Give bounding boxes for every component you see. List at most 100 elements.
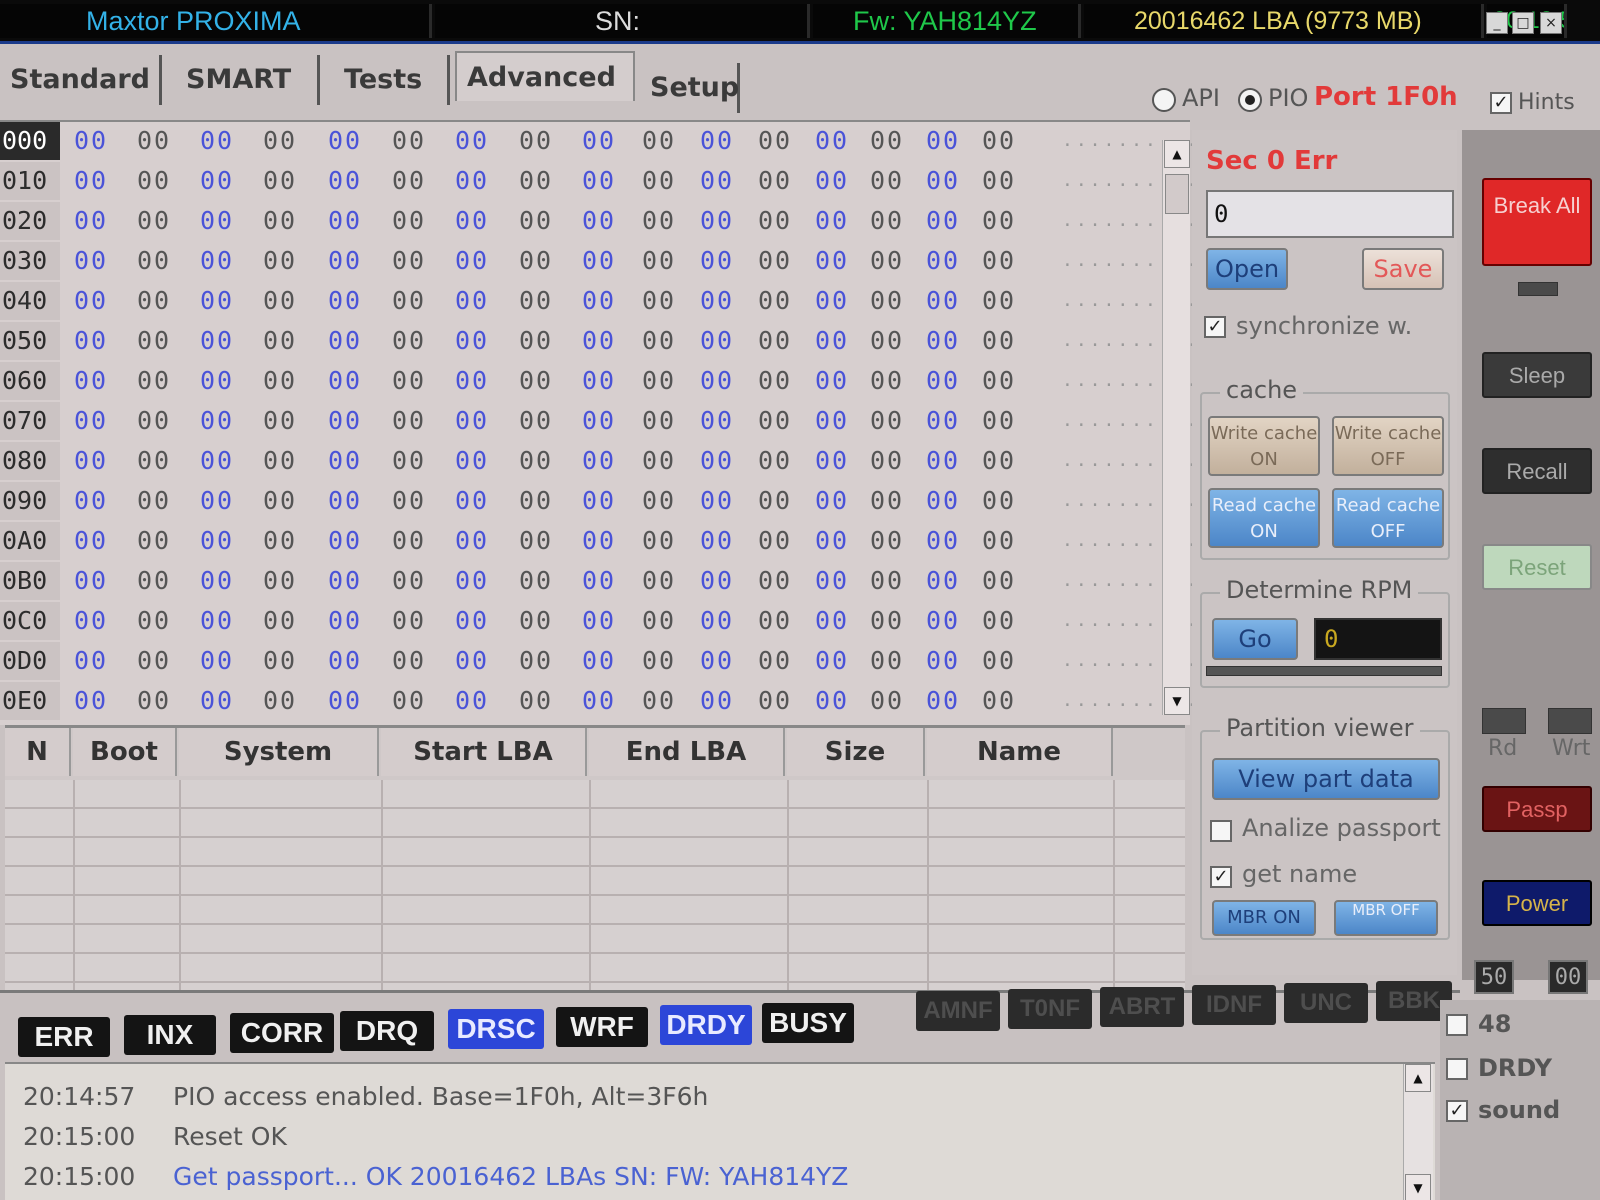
hex-byte[interactable]: 00: [982, 362, 1016, 400]
col-end-lba[interactable]: End LBA: [589, 728, 785, 776]
hex-byte[interactable]: 00: [137, 242, 171, 280]
hex-byte[interactable]: 00: [815, 162, 849, 200]
pio-radio[interactable]: [1238, 88, 1262, 112]
hex-byte[interactable]: 00: [200, 162, 234, 200]
hex-byte[interactable]: 00: [815, 322, 849, 360]
hex-byte[interactable]: 00: [700, 562, 734, 600]
tab-setup[interactable]: Setup: [640, 63, 740, 113]
hex-byte[interactable]: 00: [982, 402, 1016, 440]
hex-byte[interactable]: 00: [700, 322, 734, 360]
hex-byte[interactable]: 00: [815, 442, 849, 480]
hex-byte[interactable]: 00: [758, 482, 792, 520]
hex-byte[interactable]: 00: [392, 602, 426, 640]
hex-byte[interactable]: 00: [982, 202, 1016, 240]
hex-byte[interactable]: 00: [74, 162, 108, 200]
hex-byte[interactable]: 00: [200, 482, 234, 520]
hex-byte[interactable]: 00: [74, 642, 108, 680]
view-part-data-button[interactable]: View part data: [1212, 758, 1440, 800]
hex-byte[interactable]: 00: [700, 482, 734, 520]
hex-offset[interactable]: 0A0: [0, 522, 60, 560]
hex-byte[interactable]: 00: [982, 562, 1016, 600]
hex-byte[interactable]: 00: [582, 122, 616, 160]
hex-byte[interactable]: 00: [982, 122, 1016, 160]
hex-byte[interactable]: 00: [200, 122, 234, 160]
hex-byte[interactable]: 00: [263, 122, 297, 160]
hex-byte[interactable]: 00: [815, 482, 849, 520]
hex-byte[interactable]: 00: [519, 602, 553, 640]
hex-byte[interactable]: 00: [200, 602, 234, 640]
hex-byte[interactable]: 00: [328, 522, 362, 560]
hex-byte[interactable]: 00: [926, 122, 960, 160]
scroll-up-icon[interactable]: ▲: [1164, 140, 1190, 168]
hex-byte[interactable]: 00: [519, 122, 553, 160]
hex-byte[interactable]: 00: [455, 402, 489, 440]
hex-offset[interactable]: 060: [0, 362, 60, 400]
col-start-lba[interactable]: Start LBA: [381, 728, 587, 776]
hex-byte[interactable]: 00: [263, 202, 297, 240]
hex-byte[interactable]: 00: [74, 442, 108, 480]
hex-byte[interactable]: 00: [982, 642, 1016, 680]
scroll-down-icon[interactable]: ▼: [1164, 687, 1190, 715]
hex-byte[interactable]: 00: [582, 322, 616, 360]
hex-byte[interactable]: 00: [926, 162, 960, 200]
hex-byte[interactable]: 00: [982, 442, 1016, 480]
hex-byte[interactable]: 00: [870, 682, 904, 720]
api-radio[interactable]: [1152, 88, 1176, 112]
hex-byte[interactable]: 00: [200, 642, 234, 680]
col-system[interactable]: System: [179, 728, 379, 776]
reset-button[interactable]: Reset: [1482, 544, 1592, 590]
hex-byte[interactable]: 00: [392, 322, 426, 360]
read-cache-off-button[interactable]: Read cache OFF: [1332, 488, 1444, 548]
hex-byte[interactable]: 00: [870, 442, 904, 480]
hex-byte[interactable]: 00: [328, 202, 362, 240]
hex-byte[interactable]: 00: [519, 442, 553, 480]
hex-byte[interactable]: 00: [455, 442, 489, 480]
hex-byte[interactable]: 00: [328, 402, 362, 440]
hex-byte[interactable]: 00: [519, 162, 553, 200]
hex-byte[interactable]: 00: [74, 522, 108, 560]
hex-byte[interactable]: 00: [137, 482, 171, 520]
hex-byte[interactable]: 00: [815, 282, 849, 320]
close-button[interactable]: ×: [1540, 12, 1562, 34]
hex-byte[interactable]: 00: [982, 162, 1016, 200]
hex-byte[interactable]: 00: [582, 402, 616, 440]
hex-byte[interactable]: 00: [137, 402, 171, 440]
hex-offset[interactable]: 0D0: [0, 642, 60, 680]
hex-byte[interactable]: 00: [74, 402, 108, 440]
hex-byte[interactable]: 00: [870, 282, 904, 320]
hex-byte[interactable]: 00: [642, 122, 676, 160]
hex-byte[interactable]: 00: [74, 202, 108, 240]
hex-byte[interactable]: 00: [642, 202, 676, 240]
hex-byte[interactable]: 00: [328, 562, 362, 600]
hex-byte[interactable]: 00: [642, 642, 676, 680]
hex-byte[interactable]: 00: [870, 202, 904, 240]
hex-byte[interactable]: 00: [455, 202, 489, 240]
hex-byte[interactable]: 00: [870, 602, 904, 640]
hex-byte[interactable]: 00: [263, 282, 297, 320]
hex-byte[interactable]: 00: [392, 122, 426, 160]
hex-byte[interactable]: 00: [642, 362, 676, 400]
hex-byte[interactable]: 00: [392, 162, 426, 200]
hex-byte[interactable]: 00: [582, 562, 616, 600]
hex-byte[interactable]: 00: [74, 322, 108, 360]
hex-byte[interactable]: 00: [200, 522, 234, 560]
hex-byte[interactable]: 00: [74, 362, 108, 400]
rpm-go-button[interactable]: Go: [1212, 618, 1298, 660]
hex-byte[interactable]: 00: [328, 442, 362, 480]
hex-byte[interactable]: 00: [74, 122, 108, 160]
lba48-checkbox[interactable]: [1446, 1014, 1468, 1036]
tab-standard[interactable]: Standard: [0, 55, 162, 105]
minimize-button[interactable]: _: [1486, 12, 1508, 34]
hex-byte[interactable]: 00: [455, 242, 489, 280]
hex-byte[interactable]: 00: [455, 602, 489, 640]
hex-byte[interactable]: 00: [815, 362, 849, 400]
hex-byte[interactable]: 00: [263, 362, 297, 400]
sector-input[interactable]: 0: [1206, 190, 1454, 238]
hex-byte[interactable]: 00: [582, 442, 616, 480]
hex-byte[interactable]: 00: [392, 362, 426, 400]
hex-byte[interactable]: 00: [200, 242, 234, 280]
hex-byte[interactable]: 00: [642, 402, 676, 440]
sound-checkbox[interactable]: ✓: [1446, 1100, 1468, 1122]
hex-byte[interactable]: 00: [982, 322, 1016, 360]
hex-byte[interactable]: 00: [870, 322, 904, 360]
